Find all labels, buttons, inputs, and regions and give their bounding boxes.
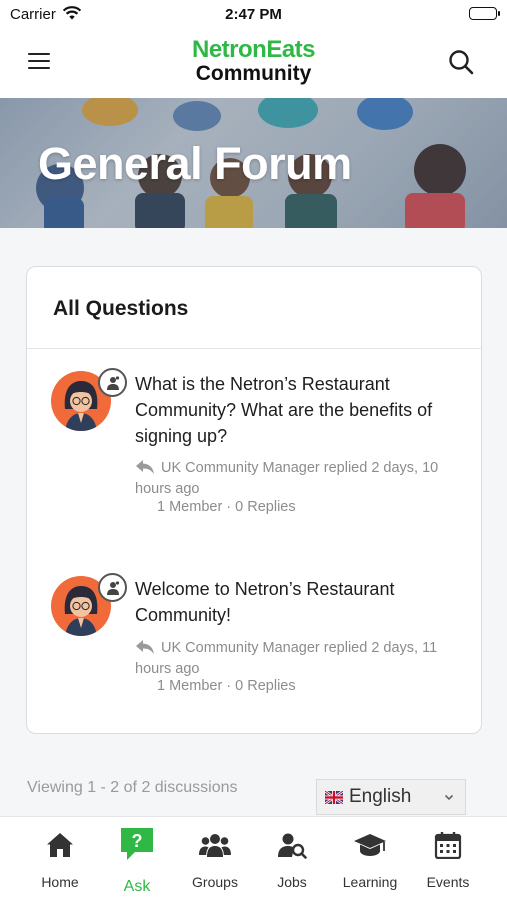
topic-title[interactable]: What is the Netron’s Restaurant Communit… xyxy=(135,371,465,449)
uk-flag-icon xyxy=(325,790,343,804)
topic-last-reply: UK Community Manager replied 2 days, 11 … xyxy=(135,639,455,678)
battery-icon xyxy=(469,7,500,20)
tab-label: Groups xyxy=(192,874,238,890)
app-header: NetronEats Community xyxy=(0,30,507,98)
last-reply-text: UK Community Manager replied 2 days, 11 … xyxy=(135,640,438,677)
tab-label: Events xyxy=(426,874,470,890)
tab-ask[interactable]: ? Ask xyxy=(97,817,177,900)
question-icon: ? xyxy=(97,825,177,860)
jobs-icon xyxy=(252,831,332,863)
status-bar: Carrier 2:47 PM xyxy=(0,0,507,30)
chevron-down-icon xyxy=(443,790,455,808)
tab-events[interactable]: Events xyxy=(408,817,488,900)
questions-card: All Questions What is the Netron’s Resta… xyxy=(26,266,482,734)
tab-label: Learning xyxy=(342,874,398,890)
logo-line-1: NetronEats xyxy=(191,36,316,63)
topic-counts: 1 Member · 0 Replies xyxy=(157,499,296,515)
graduation-cap-icon xyxy=(330,831,410,863)
home-icon xyxy=(20,831,100,863)
tab-label: Jobs xyxy=(277,874,307,890)
tab-home[interactable]: Home xyxy=(20,817,100,900)
groups-icon xyxy=(175,831,255,863)
moderator-badge-icon xyxy=(98,573,127,602)
pagination-info: Viewing 1 - 2 of 2 discussions xyxy=(27,779,238,796)
reply-icon xyxy=(135,459,155,480)
tab-label: Ask xyxy=(123,878,151,895)
topic-counts: 1 Member · 0 Replies xyxy=(157,678,296,694)
svg-text:?: ? xyxy=(132,831,143,851)
logo-line-2: Community xyxy=(195,62,312,85)
page-title: General Forum xyxy=(38,138,352,189)
tab-groups[interactable]: Groups xyxy=(175,817,255,900)
bottom-tab-bar: Home ? Ask Groups Jobs Learning Events xyxy=(0,816,507,900)
topic-last-reply: UK Community Manager replied 2 days, 10 … xyxy=(135,459,455,498)
tab-label: Home xyxy=(41,874,79,890)
moderator-badge-icon xyxy=(98,368,127,397)
forum-banner: General Forum xyxy=(0,98,507,228)
search-icon[interactable] xyxy=(447,48,475,76)
language-label: English xyxy=(349,786,412,807)
divider xyxy=(27,348,481,349)
clock: 2:47 PM xyxy=(225,6,282,23)
last-reply-text: UK Community Manager replied 2 days, 10 … xyxy=(135,460,439,497)
tab-learning[interactable]: Learning xyxy=(330,817,410,900)
reply-icon xyxy=(135,639,155,660)
app-logo[interactable]: NetronEats Community xyxy=(0,36,507,85)
tab-jobs[interactable]: Jobs xyxy=(252,817,332,900)
language-selector[interactable]: English xyxy=(316,779,466,815)
calendar-icon xyxy=(408,831,488,863)
topic-title[interactable]: Welcome to Netron’s Restaurant Community… xyxy=(135,576,465,628)
card-title: All Questions xyxy=(53,297,189,320)
